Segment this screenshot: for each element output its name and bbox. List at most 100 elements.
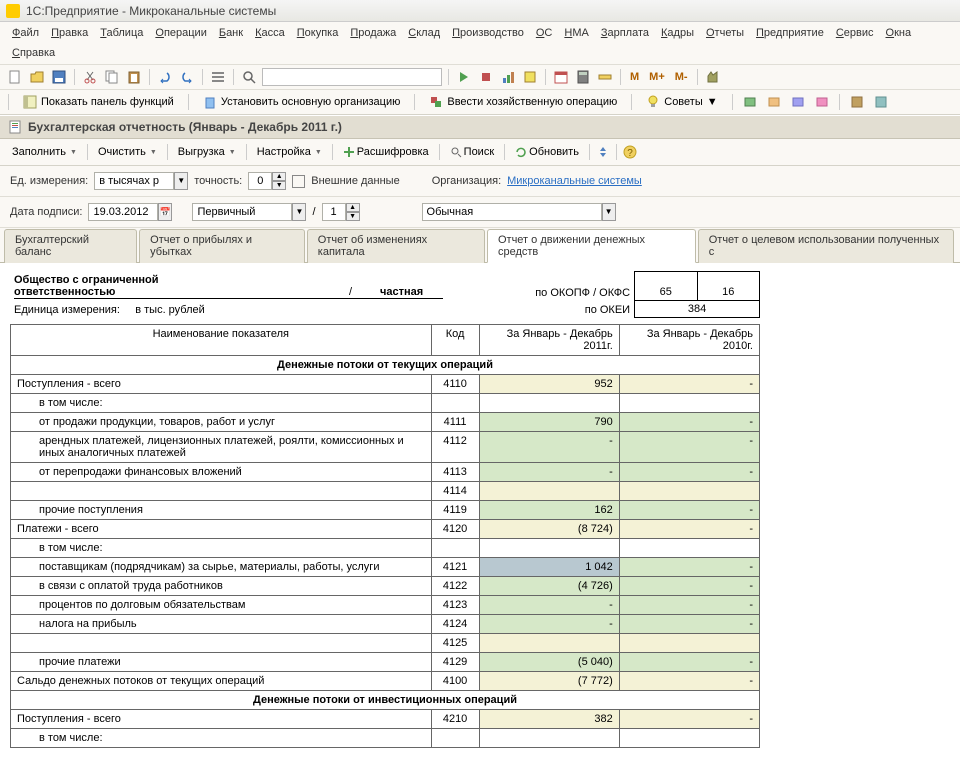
play-icon[interactable] <box>455 68 473 86</box>
menu-окна[interactable]: Окна <box>882 25 916 41</box>
value-period1[interactable]: - <box>479 432 619 463</box>
menu-производство[interactable]: Производство <box>448 25 528 41</box>
sign-date-input[interactable] <box>88 203 158 221</box>
menu-банк[interactable]: Банк <box>215 25 247 41</box>
menu-правка[interactable]: Правка <box>47 25 92 41</box>
value-period2[interactable]: - <box>619 463 759 482</box>
menu-зарплата[interactable]: Зарплата <box>597 25 653 41</box>
value-period1[interactable]: 1 042 <box>479 558 619 577</box>
tab[interactable]: Отчет о движении денежных средств <box>487 229 696 263</box>
value-period2[interactable]: - <box>619 596 759 615</box>
memory-mminus[interactable]: M- <box>672 71 691 83</box>
org-link[interactable]: Микроканальные системы <box>507 175 642 187</box>
calc-icon[interactable] <box>574 68 592 86</box>
tab[interactable]: Отчет о прибылях и убытках <box>139 229 305 263</box>
value-period2[interactable]: - <box>619 615 759 634</box>
refresh-button[interactable]: Обновить <box>509 144 585 160</box>
ext-icon-4[interactable] <box>813 93 831 111</box>
correction-input[interactable] <box>322 203 346 221</box>
search-input[interactable] <box>262 68 442 86</box>
new-icon[interactable] <box>6 68 24 86</box>
value-period2[interactable]: - <box>619 577 759 596</box>
cut-icon[interactable] <box>81 68 99 86</box>
clear-button[interactable]: Очистить▼ <box>92 144 163 160</box>
menu-склад[interactable]: Склад <box>404 25 444 41</box>
value-period1: (7 772) <box>479 672 619 691</box>
value-period2[interactable]: - <box>619 653 759 672</box>
tips-button[interactable]: Советы▼ <box>640 93 723 111</box>
undo-icon[interactable] <box>156 68 174 86</box>
primary-select[interactable] <box>192 203 292 221</box>
enter-op-button[interactable]: Ввести хозяйственную операцию <box>423 93 623 111</box>
expand-icon[interactable] <box>594 143 612 161</box>
menu-касса[interactable]: Касса <box>251 25 289 41</box>
export-button[interactable]: Выгрузка▼ <box>172 144 242 160</box>
value-period2: - <box>619 672 759 691</box>
precision-input[interactable] <box>248 172 272 190</box>
menu-таблица[interactable]: Таблица <box>96 25 147 41</box>
menu-отчеты[interactable]: Отчеты <box>702 25 748 41</box>
settings-button[interactable]: Настройка▼ <box>251 144 328 160</box>
search-button[interactable]: Поиск <box>444 144 500 160</box>
stop-icon[interactable] <box>477 68 495 86</box>
menu-покупка[interactable]: Покупка <box>293 25 343 41</box>
ext-icon-6[interactable] <box>872 93 890 111</box>
menu-продажа[interactable]: Продажа <box>346 25 400 41</box>
indicator-name: Платежи - всего <box>11 520 432 539</box>
fill-button[interactable]: Заполнить▼ <box>6 144 83 160</box>
value-period1[interactable]: - <box>479 615 619 634</box>
redo-icon[interactable] <box>178 68 196 86</box>
props-icon[interactable] <box>521 68 539 86</box>
indicator-name: Поступления - всего <box>11 710 432 729</box>
value-period2[interactable]: - <box>619 558 759 577</box>
settings-icon[interactable] <box>704 68 722 86</box>
value-period1[interactable]: 790 <box>479 413 619 432</box>
menu-файл[interactable]: Файл <box>8 25 43 41</box>
set-org-button[interactable]: Установить основную организацию <box>197 93 407 111</box>
zoom-icon[interactable] <box>240 68 258 86</box>
list-icon[interactable] <box>209 68 227 86</box>
tab[interactable]: Отчет о целевом использовании полученных… <box>698 229 954 263</box>
ext-icon-1[interactable] <box>741 93 759 111</box>
table-row: в связи с оплатой труда работников4122(4… <box>11 577 760 596</box>
tab[interactable]: Отчет об изменениях капитала <box>307 229 485 263</box>
menu-сервис[interactable]: Сервис <box>832 25 878 41</box>
memory-mplus[interactable]: M+ <box>646 71 668 83</box>
value-period1[interactable]: 162 <box>479 501 619 520</box>
value-period1[interactable]: (5 040) <box>479 653 619 672</box>
save-icon[interactable] <box>50 68 68 86</box>
unit-select[interactable] <box>94 172 174 190</box>
open-icon[interactable] <box>28 68 46 86</box>
menu-нма[interactable]: НМА <box>560 25 592 41</box>
value-period2[interactable]: - <box>619 413 759 432</box>
show-panel-button[interactable]: Показать панель функций <box>17 93 180 111</box>
decode-button[interactable]: Расшифровка <box>337 144 435 160</box>
menu-справка[interactable]: Справка <box>8 45 59 61</box>
value-period2[interactable]: - <box>619 432 759 463</box>
menu-ос[interactable]: ОС <box>532 25 557 41</box>
ext-icon-3[interactable] <box>789 93 807 111</box>
help-icon[interactable]: ? <box>621 143 639 161</box>
value-period2[interactable]: - <box>619 501 759 520</box>
menu-предприятие[interactable]: Предприятие <box>752 25 828 41</box>
value-period1[interactable]: - <box>479 463 619 482</box>
cashflow-table: Наименование показателя Код За Январь - … <box>10 324 760 748</box>
copy-icon[interactable] <box>103 68 121 86</box>
paste-icon[interactable] <box>125 68 143 86</box>
ext-icon-5[interactable] <box>848 93 866 111</box>
okopf-value: 65 <box>635 272 697 301</box>
tab[interactable]: Бухгалтерский баланс <box>4 229 137 263</box>
ruler-icon[interactable] <box>596 68 614 86</box>
menu-операции[interactable]: Операции <box>151 25 210 41</box>
menu-кадры[interactable]: Кадры <box>657 25 698 41</box>
org-type: частная <box>360 286 443 298</box>
calendar-icon[interactable] <box>552 68 570 86</box>
chart-icon[interactable] <box>499 68 517 86</box>
external-checkbox[interactable] <box>292 175 305 188</box>
memory-m[interactable]: M <box>627 71 642 83</box>
params-row-2: Дата подписи: 📅 ▼ / ▲▼ ▼ <box>0 197 960 228</box>
value-period1[interactable]: (4 726) <box>479 577 619 596</box>
type-select[interactable] <box>422 203 602 221</box>
ext-icon-2[interactable] <box>765 93 783 111</box>
value-period1[interactable]: - <box>479 596 619 615</box>
